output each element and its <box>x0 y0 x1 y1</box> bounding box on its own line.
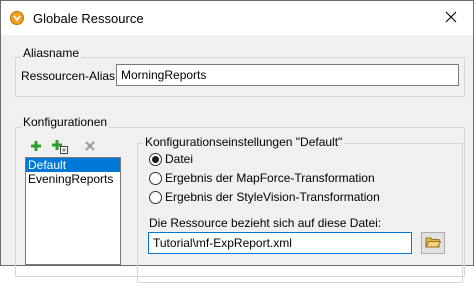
alias-group-legend: Aliasname <box>21 46 82 60</box>
configurations-list[interactable]: Default EveningReports <box>25 157 121 265</box>
window-title: Globale Ressource <box>33 11 144 26</box>
radio-label: Datei <box>165 152 194 166</box>
add-copy-icon[interactable] <box>51 139 69 154</box>
radio-label: Ergebnis der MapForce-Transformation <box>165 171 375 185</box>
alias-input[interactable]: MorningReports <box>116 64 459 86</box>
dialog-window: Globale Ressource Aliasname Ressourcen-A… <box>0 0 474 283</box>
radio-button[interactable] <box>149 190 162 204</box>
list-item[interactable]: EveningReports <box>26 172 120 186</box>
radio-label: Ergebnis der StyleVision-Transformation <box>165 190 380 204</box>
file-path-input[interactable]: Tutorial\mf-ExpReport.xml <box>148 232 412 254</box>
configurations-group-legend: Konfigurationen <box>21 115 110 129</box>
dialog-body: Aliasname Ressourcen-Alias: MorningRepor… <box>1 35 473 283</box>
radio-button[interactable] <box>149 152 162 166</box>
title-bar: Globale Ressource <box>1 1 473 35</box>
add-icon[interactable] <box>29 139 43 153</box>
resource-app-icon <box>10 11 24 25</box>
close-icon <box>445 11 457 26</box>
open-folder-icon <box>425 235 442 252</box>
alias-field-label: Ressourcen-Alias: <box>21 69 119 83</box>
radio-option-stylevision[interactable]: Ergebnis der StyleVision-Transformation <box>149 189 380 205</box>
radio-option-mapforce[interactable]: Ergebnis der MapForce-Transformation <box>149 170 375 186</box>
file-path-label: Die Ressource bezieht sich auf diese Dat… <box>149 216 382 230</box>
radio-option-file[interactable]: Datei <box>149 151 193 167</box>
delete-icon[interactable] <box>83 139 97 153</box>
list-item[interactable]: Default <box>26 158 120 172</box>
close-button[interactable] <box>429 1 473 35</box>
radio-button[interactable] <box>149 171 162 185</box>
settings-group-legend: Konfigurationseinstellungen "Default" <box>143 135 345 149</box>
browse-button[interactable] <box>421 232 445 254</box>
